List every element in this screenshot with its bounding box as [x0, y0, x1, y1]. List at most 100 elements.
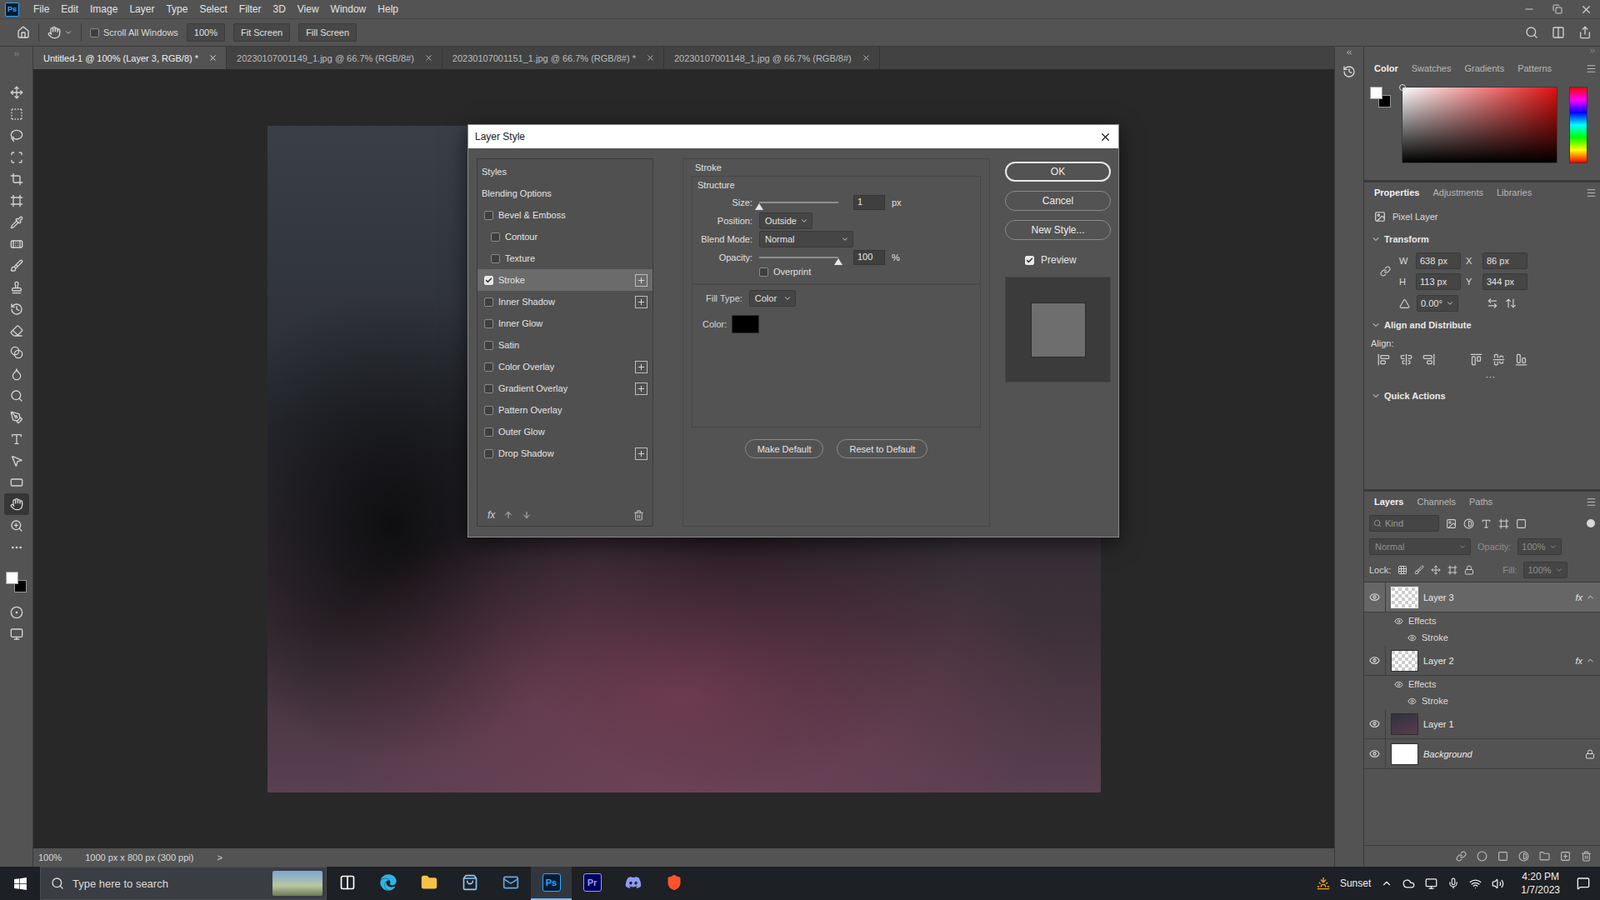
visibility-icon[interactable]: [1369, 655, 1380, 666]
style-checkbox[interactable]: [484, 449, 494, 459]
panel-menu-icon[interactable]: [1585, 496, 1597, 508]
blend-mode-select[interactable]: Normal: [759, 230, 854, 248]
style-checkbox[interactable]: [484, 297, 494, 307]
tool-preset[interactable]: [47, 25, 73, 40]
scroll-all-checkbox[interactable]: [90, 28, 100, 38]
transform-field[interactable]: 86 px: [1482, 252, 1528, 270]
close-icon[interactable]: [1099, 130, 1112, 144]
tray-expand-icon[interactable]: [1380, 877, 1393, 890]
gradient-tool[interactable]: [4, 341, 30, 364]
taskbar-app[interactable]: [449, 866, 490, 900]
link-layers-icon[interactable]: [1455, 850, 1467, 862]
delete-layer-icon[interactable]: [1580, 850, 1592, 862]
option-button[interactable]: Fit Screen: [233, 23, 290, 42]
taskbar-app[interactable]: [408, 866, 450, 900]
status-zoom[interactable]: 100%: [38, 852, 62, 863]
filter-adjustment-icon[interactable]: [1463, 518, 1475, 530]
fx-badge[interactable]: fx: [1575, 592, 1583, 603]
document-tab[interactable]: 20230107001148_1.jpg @ 66.7% (RGB/8#): [664, 46, 880, 70]
color-field[interactable]: [1401, 86, 1558, 164]
style-row[interactable]: Inner Shadow: [477, 290, 653, 313]
close-button[interactable]: [1571, 0, 1600, 19]
style-row[interactable]: Stroke: [477, 269, 653, 291]
menu-item[interactable]: Window: [325, 0, 373, 19]
volume-icon[interactable]: [1491, 877, 1505, 890]
search-highlight-image[interactable]: [272, 870, 323, 896]
lock-icon[interactable]: [1585, 749, 1595, 760]
menu-item[interactable]: Select: [193, 0, 233, 19]
visibility-icon[interactable]: [1369, 718, 1380, 730]
effect-row[interactable]: Stroke: [1364, 692, 1600, 710]
stamp-tool[interactable]: [4, 276, 30, 299]
style-checkbox[interactable]: [484, 340, 494, 350]
size-field[interactable]: 1: [853, 195, 885, 210]
more-tool[interactable]: [4, 536, 30, 559]
fx-button[interactable]: fx: [487, 509, 495, 521]
add-style-icon[interactable]: [1476, 850, 1488, 862]
option-button[interactable]: Fill Screen: [298, 23, 357, 42]
collapse-icon[interactable]: [1345, 48, 1354, 57]
move-up-icon[interactable]: [503, 510, 514, 520]
pen-tool[interactable]: [4, 406, 30, 429]
share-icon[interactable]: [1578, 25, 1592, 40]
opacity-field[interactable]: 100%: [1517, 538, 1561, 555]
foreground-color[interactable]: [5, 571, 19, 585]
weather-icon[interactable]: [1316, 876, 1330, 890]
taskbar-app[interactable]: Pr: [571, 866, 613, 900]
type-tool[interactable]: [4, 428, 30, 450]
style-row[interactable]: Contour: [477, 225, 653, 248]
document-tab[interactable]: Untitled-1 @ 100% (Layer 3, RGB/8) *: [33, 46, 227, 70]
panel-tab[interactable]: Properties: [1369, 185, 1425, 200]
weather-text[interactable]: Sunset: [1340, 877, 1371, 890]
style-checkbox[interactable]: [484, 319, 494, 329]
taskbar-app[interactable]: [490, 866, 531, 900]
mic-icon[interactable]: [1447, 877, 1460, 890]
color-swatches[interactable]: [1370, 86, 1395, 112]
menu-item[interactable]: File: [27, 0, 55, 19]
visibility-icon[interactable]: [1407, 633, 1417, 643]
add-style-button[interactable]: [635, 274, 648, 287]
preview-checkbox[interactable]: [1025, 255, 1035, 265]
filter-smart-icon[interactable]: [1515, 518, 1527, 530]
overprint-checkbox[interactable]: [759, 267, 769, 277]
blur-tool[interactable]: [4, 363, 30, 385]
search-icon[interactable]: [1525, 25, 1539, 40]
style-checkbox[interactable]: [484, 427, 494, 437]
hand-tool[interactable]: [4, 493, 30, 515]
visibility-icon[interactable]: [1369, 591, 1380, 603]
lock-paint-icon[interactable]: [1414, 565, 1425, 575]
align-icon[interactable]: [1470, 353, 1483, 366]
style-row[interactable]: Bevel & Emboss: [477, 204, 653, 226]
dialog-button[interactable]: OK: [1005, 161, 1111, 182]
opacity-field[interactable]: 100: [853, 250, 885, 265]
status-arrow[interactable]: >: [216, 852, 222, 863]
fx-badge[interactable]: fx: [1575, 655, 1583, 666]
collapse-icon[interactable]: [1585, 592, 1595, 602]
dialog-title-bar[interactable]: Layer Style: [468, 125, 1119, 149]
style-row[interactable]: Gradient Overlay: [477, 377, 653, 400]
add-style-button[interactable]: [635, 360, 648, 374]
minimize-button[interactable]: [1515, 0, 1544, 19]
panel-tab[interactable]: Color: [1369, 61, 1404, 75]
taskbar-search[interactable]: Type here to search: [40, 866, 327, 900]
taskbar-app[interactable]: [367, 866, 409, 900]
frame-tool[interactable]: [4, 190, 30, 212]
style-row[interactable]: Drop Shadow: [477, 442, 653, 465]
panel-tab[interactable]: Channels: [1411, 495, 1460, 509]
panel-tab[interactable]: Swatches: [1406, 61, 1457, 75]
link-icon[interactable]: [1380, 265, 1391, 277]
add-style-button[interactable]: [635, 447, 648, 460]
quick-mask-button[interactable]: [4, 601, 30, 624]
close-tab-icon[interactable]: [645, 53, 655, 63]
default-button[interactable]: Reset to Default: [836, 439, 928, 459]
style-row[interactable]: Texture: [477, 247, 653, 270]
menu-item[interactable]: Help: [371, 0, 405, 19]
style-row[interactable]: Satin: [477, 334, 653, 356]
filter-toggle[interactable]: [1586, 519, 1595, 528]
menu-item[interactable]: View: [291, 0, 325, 19]
transform-field[interactable]: 113 px: [1415, 273, 1461, 290]
document-tab[interactable]: 20230107001151_1.jpg @ 66.7% (RGB/8#) *: [442, 46, 665, 70]
panel-tab[interactable]: Patterns: [1512, 61, 1557, 75]
menu-item[interactable]: Layer: [123, 0, 160, 19]
filter-type-icon[interactable]: [1480, 518, 1492, 530]
